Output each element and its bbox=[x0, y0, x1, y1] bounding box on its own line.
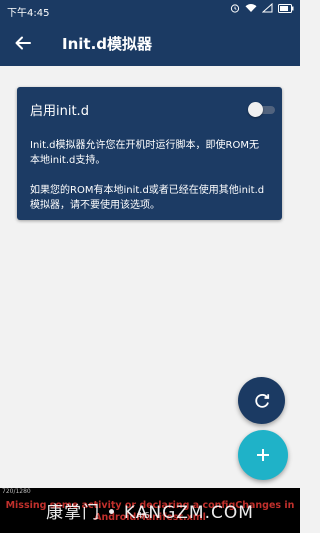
page-title: Init.d模拟器 bbox=[62, 35, 153, 53]
add-icon bbox=[257, 449, 269, 461]
initd-settings-card: 启用init.d Init.d模拟器允许您在开机时运行脚本，即使ROM无本地in… bbox=[17, 87, 282, 220]
add-script-button[interactable] bbox=[238, 430, 288, 480]
status-time: 下午4:45 bbox=[7, 8, 50, 19]
enable-initd-toggle[interactable] bbox=[248, 101, 278, 117]
alarm-icon bbox=[230, 4, 240, 13]
refresh-icon bbox=[254, 393, 269, 408]
watermark: 康掌门 • KANGZM.COM bbox=[46, 503, 254, 523]
toggle-thumb bbox=[248, 102, 263, 117]
refresh-button[interactable] bbox=[238, 377, 285, 424]
status-bar: 下午4:45 bbox=[0, 0, 300, 20]
warning-paragraph: 如果您的ROM有本地init.d或者已经在使用其他init.d模拟器，请不要使用… bbox=[30, 185, 265, 211]
app-bar: Init.d模拟器 bbox=[0, 20, 300, 66]
wifi-icon bbox=[245, 4, 257, 12]
signal-icon bbox=[262, 3, 273, 13]
battery-icon bbox=[278, 3, 294, 13]
arrow-back-icon[interactable] bbox=[12, 32, 34, 54]
enable-initd-label: 启用init.d bbox=[30, 104, 89, 119]
description-paragraph: Init.d模拟器允许您在开机时运行脚本，即使ROM无本地init.d支持。 bbox=[30, 140, 259, 166]
status-icons bbox=[230, 3, 294, 13]
resolution-label: 720/1280 bbox=[2, 488, 31, 495]
